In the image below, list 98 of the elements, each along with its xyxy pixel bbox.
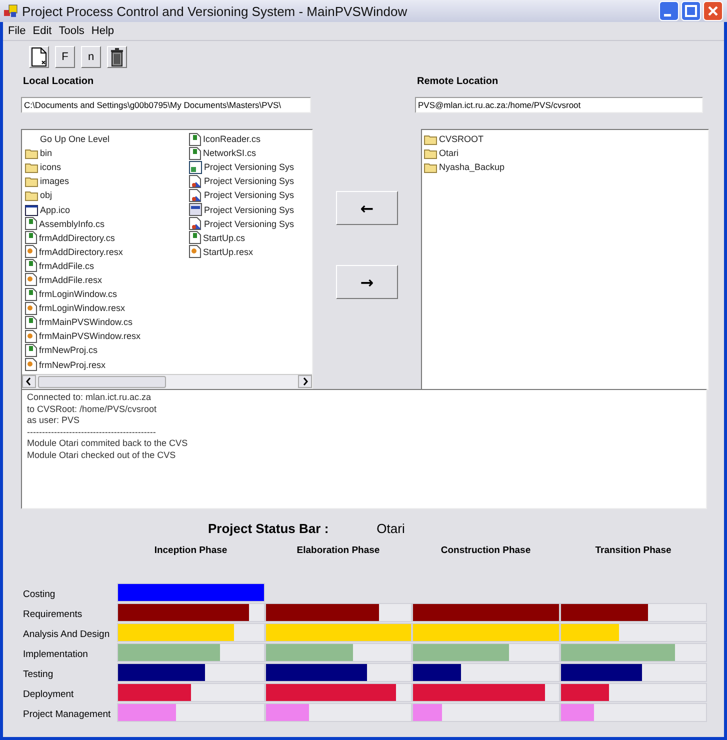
download-button[interactable]: ← xyxy=(336,191,398,225)
remote-location-label: Remote Location xyxy=(416,76,500,87)
log-line: as user: PVS xyxy=(27,415,81,426)
file-list-item[interactable]: StartUp.cs xyxy=(189,230,312,245)
file-icon xyxy=(25,316,37,329)
window-icon xyxy=(189,203,202,216)
file-list-item[interactable]: IconReader.cs xyxy=(189,132,312,146)
discipline-label: Project Management xyxy=(23,709,112,722)
add-directory-button[interactable]: n xyxy=(81,46,101,68)
file-list-item[interactable]: Project Versioning Sys xyxy=(189,174,312,188)
folder-icon xyxy=(25,148,38,159)
file-list-item[interactable]: icons xyxy=(25,160,185,174)
folder-icon xyxy=(424,162,437,173)
file-list-item[interactable]: AssemblyInfo.cs xyxy=(25,216,185,231)
discipline-label: Testing xyxy=(23,669,54,682)
file-list-item[interactable]: Project Versioning Sys xyxy=(189,216,312,231)
file-list-item[interactable]: obj xyxy=(25,188,185,202)
file-list-item[interactable]: CVSROOT xyxy=(424,132,708,146)
file-list-item[interactable]: frmAddDirectory.resx xyxy=(25,244,185,259)
folder-icon xyxy=(25,162,38,173)
phase-heading: Transition Phase xyxy=(594,544,672,556)
file-icon xyxy=(25,231,37,244)
maximize-icon[interactable] xyxy=(681,1,701,21)
discipline-label: Implementation xyxy=(23,649,89,662)
log-line: Connected to: mlan.ict.ru.ac.za xyxy=(27,392,152,404)
minimize-icon[interactable] xyxy=(659,1,679,21)
file-icon xyxy=(25,245,37,258)
file-list-item[interactable]: NetworkSI.cs xyxy=(189,146,312,160)
discipline-label: Requirements xyxy=(23,609,84,622)
file-list-item[interactable]: bin xyxy=(25,146,185,160)
log-line: Module Otari commited back to the CVS xyxy=(27,438,189,450)
project-name: Otari xyxy=(376,521,405,536)
remote-path-field[interactable]: PVS@mlan.ict.ru.ac.za:/home/PVS/cvsroot xyxy=(415,97,703,113)
log-line: Module Otari checked out of the CVS xyxy=(27,450,177,461)
file-list-item[interactable]: frmMainPVSWindow.cs xyxy=(25,315,185,330)
discipline-label: Deployment xyxy=(23,689,75,702)
file-list-item[interactable]: frmMainPVSWindow.resx xyxy=(25,329,185,344)
image-file-icon xyxy=(189,188,202,202)
folder-icon xyxy=(424,148,437,159)
file-list-item[interactable]: frmAddFile.cs xyxy=(25,258,185,273)
folder-icon xyxy=(25,190,38,201)
file-icon xyxy=(189,132,201,146)
file-icon xyxy=(189,231,201,244)
file-icon xyxy=(25,217,37,230)
file-list-item[interactable]: frmLoginWindow.cs xyxy=(25,287,185,302)
new-file-button[interactable] xyxy=(29,46,49,68)
local-location-label: Local Location xyxy=(22,76,95,87)
file-icon xyxy=(25,302,37,315)
file-list-item[interactable]: frmLoginWindow.resx xyxy=(25,301,185,316)
project-icon xyxy=(189,160,202,174)
discipline-label: Analysis And Design xyxy=(23,629,111,642)
folder-icon xyxy=(424,134,437,145)
horizontal-scrollbar[interactable] xyxy=(22,374,312,389)
menu-item[interactable]: Tools xyxy=(58,25,84,37)
file-icon xyxy=(25,259,37,272)
close-icon[interactable] xyxy=(703,1,723,21)
file-icon xyxy=(25,330,37,343)
file-icon xyxy=(25,344,37,357)
file-list-item[interactable]: Otari xyxy=(424,146,708,160)
file-list-item[interactable]: images xyxy=(25,174,185,188)
file-list-item[interactable]: frmNewProj.cs xyxy=(25,343,185,358)
file-list-item[interactable]: Nyasha_Backup xyxy=(424,160,708,174)
file-icon xyxy=(25,358,37,372)
file-list-item[interactable]: Project Versioning Sys xyxy=(189,188,312,202)
file-list-item[interactable]: frmAddFile.resx xyxy=(25,272,185,288)
folder-icon xyxy=(25,176,38,187)
delete-button[interactable] xyxy=(107,46,127,68)
phase-heading: Inception Phase xyxy=(153,544,228,556)
menu-item[interactable]: Help xyxy=(91,25,114,37)
log-line: to CVSRoot: /home/PVS/cvsroot xyxy=(27,404,158,415)
file-list-item[interactable]: StartUp.resx xyxy=(189,244,312,259)
file-list-item[interactable]: Project Versioning Sys xyxy=(189,160,312,174)
image-file-icon xyxy=(189,217,202,230)
file-icon xyxy=(25,273,37,286)
scroll-left-icon[interactable] xyxy=(22,375,36,388)
file-list-item[interactable]: frmNewProj.resx xyxy=(25,358,185,372)
window-title: Project Process Control and Versioning System - MainPVSWindow xyxy=(22,4,408,18)
upload-button[interactable]: → xyxy=(336,265,398,299)
local-path-field[interactable]: C:\Documents and Settings\g00b0795\My Documents\Masters\PVS\ xyxy=(21,97,311,113)
file-list-item[interactable]: frmAddDirectory.cs xyxy=(25,230,185,245)
file-icon xyxy=(189,245,201,258)
discipline-label: Costing xyxy=(23,589,56,602)
app-icon xyxy=(4,4,18,18)
scroll-right-icon[interactable] xyxy=(298,375,312,388)
menu-item[interactable]: File xyxy=(8,25,26,37)
file-icon xyxy=(25,288,37,301)
status-bar-title: Project Status Bar : xyxy=(208,521,329,536)
phase-heading: Construction Phase xyxy=(440,544,532,556)
menu-item[interactable]: Edit xyxy=(32,25,52,37)
file-icon xyxy=(189,146,201,160)
log-line: ------------------------------------------- xyxy=(27,426,157,438)
window-icon xyxy=(25,204,38,216)
file-list-item[interactable]: App.ico xyxy=(25,202,185,217)
phase-heading: Elaboration Phase xyxy=(296,544,381,556)
file-list-item[interactable]: Go Up One Level xyxy=(25,132,185,146)
file-list-item[interactable]: Project Versioning Sys xyxy=(189,202,312,217)
add-file-button[interactable]: F xyxy=(55,46,75,68)
image-file-icon xyxy=(189,174,202,188)
